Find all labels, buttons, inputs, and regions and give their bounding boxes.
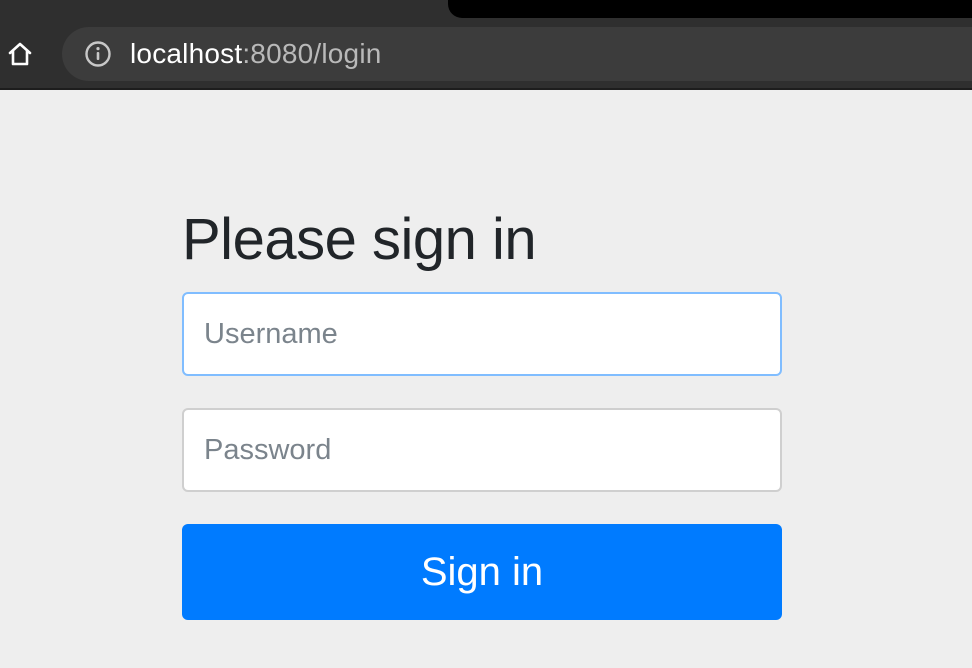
info-icon[interactable] (84, 40, 112, 68)
window-top-bar (448, 0, 972, 18)
url-path: :8080/login (242, 38, 382, 69)
browser-toolbar: localhost:8080/login (0, 0, 972, 90)
login-form: Please sign in Sign in (182, 200, 782, 620)
password-input[interactable] (182, 408, 782, 492)
url-host: localhost (130, 38, 243, 69)
username-input[interactable] (182, 292, 782, 376)
home-icon (8, 42, 32, 66)
sign-in-button[interactable]: Sign in (182, 524, 782, 620)
page-title: Please sign in (182, 207, 537, 272)
url-text[interactable]: localhost:8080/login (130, 38, 382, 70)
home-button[interactable] (0, 34, 40, 74)
address-bar[interactable]: localhost:8080/login (62, 27, 972, 81)
page-content: Please sign in Sign in (0, 90, 972, 668)
